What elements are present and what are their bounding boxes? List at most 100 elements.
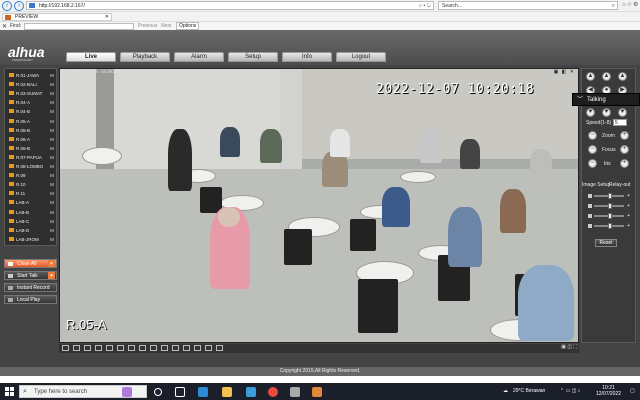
main-stream-label[interactable]: M <box>50 172 54 179</box>
main-stream-label[interactable]: M <box>50 90 54 97</box>
clock[interactable]: 10:21 12/07/2022 <box>596 385 621 397</box>
contrast-slider[interactable]: + <box>588 203 630 209</box>
tab-logout[interactable]: Logout <box>336 52 386 62</box>
zoom-out-icon[interactable]: − <box>588 131 597 140</box>
channel-item[interactable]: R.10 M <box>7 181 56 188</box>
channel-item[interactable]: R.08-LOMBO M <box>7 163 56 170</box>
channel-item[interactable]: R.05-A M <box>7 118 56 125</box>
system-tray-icons[interactable]: ⌃ ▭ ◫ ♪ <box>560 388 580 394</box>
ptz-down-icon[interactable]: ▼ <box>602 108 611 117</box>
window-icons[interactable]: ⌂☆⚙ <box>622 1 639 8</box>
find-previous-button[interactable]: Previous <box>138 23 157 29</box>
forward-icon[interactable]: › <box>14 0 24 11</box>
channel-item[interactable]: LAB-C M <box>7 218 56 225</box>
channel-item[interactable]: R.05-B M <box>7 127 56 134</box>
channel-item[interactable]: R.09 M <box>7 172 56 179</box>
search-icon[interactable]: ⌕ <box>612 2 615 10</box>
address-bar[interactable]: http://192.168.2.167/ ⌕ ▾ ↻ <box>26 1 434 10</box>
tab-live[interactable]: Live <box>66 52 116 62</box>
find-close-icon[interactable]: ✕ <box>2 23 7 30</box>
main-stream-label[interactable]: M <box>50 127 54 134</box>
main-stream-label[interactable]: M <box>50 154 54 161</box>
main-stream-label[interactable]: M <box>50 199 54 206</box>
main-stream-label[interactable]: M <box>50 236 54 243</box>
weather-icon[interactable]: ☁ <box>503 388 508 394</box>
start-talk-button[interactable]: Start Talk ▾ <box>4 271 57 280</box>
ie-icon[interactable] <box>246 387 256 397</box>
video-feed[interactable]: 192.168.2.167 A 1024Kbps M ▣ ◧ ✕ 2022-12… <box>59 68 579 343</box>
tab-info[interactable]: Info <box>282 52 332 62</box>
layout-9-icon[interactable] <box>84 345 91 351</box>
close-all-button[interactable]: Close All ▾ <box>4 259 57 268</box>
channel-item[interactable]: R.07-PAPUA M <box>7 154 56 161</box>
zoom-icon[interactable] <box>161 345 168 351</box>
main-stream-label[interactable]: M <box>50 118 54 125</box>
tab-playback[interactable]: Playback <box>120 52 170 62</box>
brightness-slider[interactable]: + <box>588 193 630 199</box>
focus-in-icon[interactable]: + <box>620 145 629 154</box>
app-icon[interactable] <box>290 387 300 397</box>
speed-select[interactable]: 5 <box>613 119 627 126</box>
channel-item[interactable]: LAB-A M <box>7 199 56 206</box>
ptz-up-right-icon[interactable]: ▲ <box>618 72 627 81</box>
channel-item[interactable]: R.06-B M <box>7 145 56 152</box>
main-stream-label[interactable]: M <box>50 99 54 106</box>
main-stream-label[interactable]: M <box>50 163 54 170</box>
app-icon[interactable] <box>122 387 132 397</box>
tab-preview[interactable]: PREVIEW ✕ <box>2 13 112 21</box>
saturation-slider[interactable]: + <box>588 213 630 219</box>
iris-open-icon[interactable]: + <box>620 159 629 168</box>
channel-item[interactable]: LAB-JROM M <box>7 236 56 243</box>
layout-16-icon[interactable] <box>95 345 102 351</box>
chrome-icon[interactable] <box>268 387 278 397</box>
main-stream-label[interactable]: M <box>50 227 54 234</box>
main-stream-label[interactable]: M <box>50 136 54 143</box>
edge-icon[interactable] <box>198 387 208 397</box>
tab-relay-out[interactable]: Relay-out <box>609 182 630 188</box>
tab-image-setup[interactable]: Image Setup <box>582 182 610 188</box>
tab-alarm[interactable]: Alarm <box>174 52 224 62</box>
channel-item[interactable]: R.04-B M <box>7 108 56 115</box>
cortana-icon[interactable] <box>154 388 162 396</box>
find-options-button[interactable]: Options <box>176 22 200 30</box>
channel-item[interactable]: LAB-B M <box>7 209 56 216</box>
tab-setup[interactable]: Setup <box>228 52 278 62</box>
ptz-up-icon[interactable]: ▲ <box>602 72 611 81</box>
fullscreen-toggle-icon[interactable] <box>106 345 113 351</box>
iris-close-icon[interactable]: − <box>588 159 597 168</box>
split-icon[interactable] <box>194 345 201 351</box>
back-icon[interactable]: ‹ <box>2 0 12 11</box>
main-stream-label[interactable]: M <box>50 72 54 79</box>
instant-record-button[interactable]: Instant Record <box>4 283 57 292</box>
record-icon[interactable] <box>139 345 146 351</box>
main-stream-label[interactable]: M <box>50 108 54 115</box>
audio-icon[interactable] <box>150 345 157 351</box>
channel-item[interactable]: R.04-A M <box>7 99 56 106</box>
weather-text[interactable]: 29°C Berawan <box>513 388 545 394</box>
notifications-icon[interactable]: ▢ <box>630 388 635 394</box>
chevron-down-icon[interactable]: ▾ <box>48 272 55 279</box>
hue-slider[interactable]: + <box>588 223 630 229</box>
layout-1-icon[interactable] <box>62 345 69 351</box>
zoom-in-icon[interactable]: + <box>620 131 629 140</box>
refresh-icon[interactable]: ⌕ ▾ ↻ <box>419 2 431 10</box>
channel-item[interactable]: R.02-BALI M <box>7 81 56 88</box>
file-explorer-icon[interactable] <box>222 387 232 397</box>
grid-icon[interactable] <box>183 345 190 351</box>
focus-out-icon[interactable]: − <box>588 145 597 154</box>
close-icon[interactable]: ✕ <box>105 14 109 21</box>
snapshot-icon[interactable] <box>128 345 135 351</box>
app-icon[interactable] <box>312 387 322 397</box>
ptz-up-left-icon[interactable]: ▲ <box>586 72 595 81</box>
main-stream-label[interactable]: M <box>50 145 54 152</box>
channel-item[interactable]: R.03-SUMAT M <box>7 90 56 97</box>
browser-search-input[interactable]: Search... ⌕ <box>438 1 618 10</box>
main-stream-label[interactable]: M <box>50 209 54 216</box>
find-next-button[interactable]: Next <box>161 23 171 29</box>
reset-button[interactable]: Reset <box>595 239 617 247</box>
main-stream-label[interactable]: M <box>50 218 54 225</box>
task-view-icon[interactable] <box>175 387 185 397</box>
channel-item[interactable]: LAB-D M <box>7 227 56 234</box>
channel-item[interactable]: R.01-JAWA M <box>7 72 56 79</box>
channel-item[interactable]: R.11 M <box>7 190 56 197</box>
